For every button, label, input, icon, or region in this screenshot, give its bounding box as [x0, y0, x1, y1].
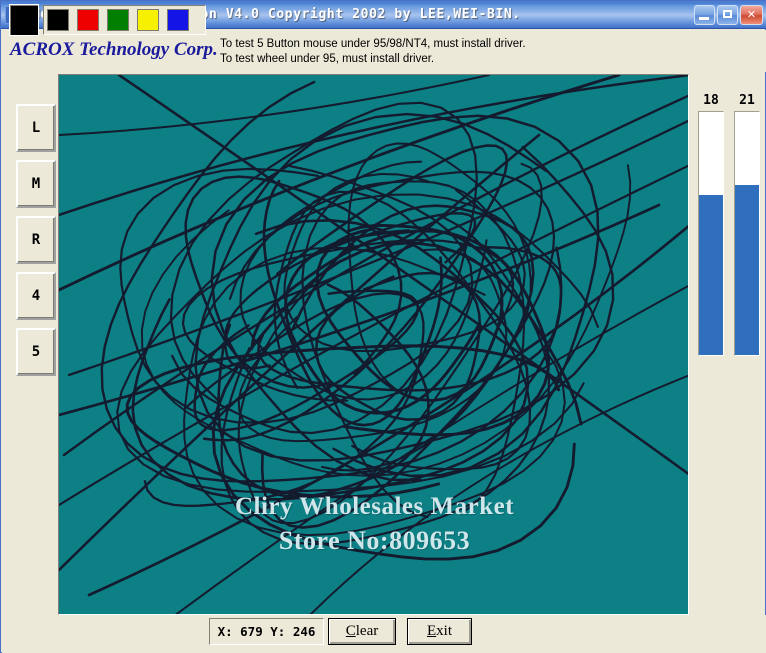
minimize-icon	[699, 16, 709, 20]
company-brand-label: ACROX Technology Corp.	[10, 39, 218, 60]
right-button[interactable]: R	[16, 216, 56, 264]
instructions-block: To test 5 Button mouse under 95/98/NT4, …	[220, 37, 640, 67]
button-4[interactable]: 4	[16, 272, 56, 320]
exit-button[interactable]: Exit	[407, 618, 472, 645]
clear-button-accel: C	[345, 623, 356, 639]
close-icon: ✕	[746, 7, 757, 21]
wheel-meter-vertical-track[interactable]	[698, 111, 724, 356]
clear-button-rest: lear	[355, 623, 379, 639]
window-bottom-edge	[2, 649, 766, 653]
button-5[interactable]: 5	[16, 328, 56, 376]
color-palette	[43, 5, 206, 35]
coordinates-readout: X: 679 Y: 246	[209, 618, 324, 645]
current-color-preview	[9, 4, 39, 36]
close-button[interactable]: ✕	[740, 4, 763, 25]
swatch-yellow[interactable]	[137, 9, 159, 31]
swatch-black[interactable]	[47, 9, 69, 31]
minimize-button[interactable]	[694, 4, 715, 25]
maximize-icon	[723, 9, 732, 18]
exit-button-rest: xit	[436, 623, 452, 639]
clear-button[interactable]: Clear	[328, 618, 396, 645]
instruction-line-2: To test wheel under 95, must install dri…	[220, 53, 435, 65]
wheel-meter-vertical-fill	[699, 194, 723, 355]
application-window: ☰ Mouse Test Application V4.0 Copyright …	[0, 0, 766, 653]
mouse-trail-drawing	[59, 75, 688, 614]
window-controls: ✕	[694, 4, 763, 25]
middle-button[interactable]: M	[16, 160, 56, 208]
swatch-blue[interactable]	[167, 9, 189, 31]
wheel-meter-horizontal-fill	[735, 184, 759, 355]
swatch-green[interactable]	[107, 9, 129, 31]
maximize-button[interactable]	[717, 4, 738, 25]
mouse-button-indicator-column: L M R 4 5	[16, 104, 56, 384]
exit-button-accel: E	[426, 623, 437, 639]
drawing-canvas[interactable]: Cliry Wholesales Market Store No:809653	[58, 74, 689, 615]
wheel-meter-vertical-label: 18	[703, 93, 719, 108]
wheel-meters: 18 21	[698, 91, 760, 356]
left-button[interactable]: L	[16, 104, 56, 152]
wheel-meter-horizontal-track[interactable]	[734, 111, 760, 356]
wheel-meter-vertical: 18	[698, 91, 724, 356]
swatch-red[interactable]	[77, 9, 99, 31]
wheel-meter-horizontal-label: 21	[739, 93, 755, 108]
instruction-line-1: To test 5 Button mouse under 95/98/NT4, …	[220, 38, 526, 50]
wheel-meter-horizontal: 21	[734, 91, 760, 356]
